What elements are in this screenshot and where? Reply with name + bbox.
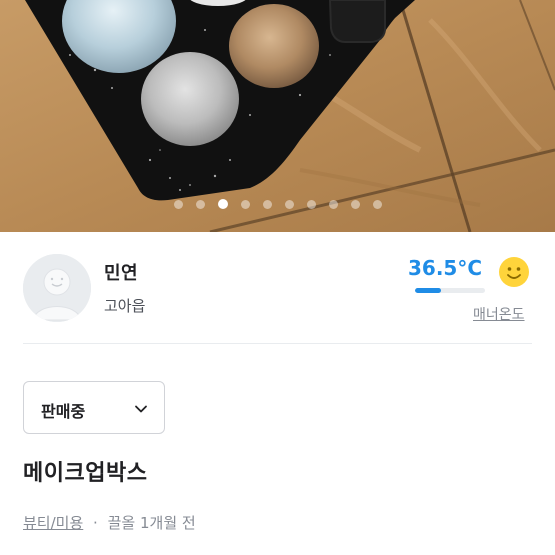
carousel-dot[interactable] [173,199,183,209]
manner-temperature-fill [415,288,441,293]
sale-status-value: 판매중 [41,402,86,421]
manner-temperature-bar [415,288,485,293]
avatar[interactable] [23,254,91,322]
carousel-dot-active[interactable] [217,199,228,209]
manner-temperature: 36.5°C [408,256,483,280]
meta-separator: · [93,514,98,532]
carousel-dot[interactable] [328,199,338,209]
chevron-down-icon [135,405,147,413]
listing-title: 메이크업박스 [23,461,148,486]
manner-temperature-link[interactable]: 매너온도 [473,304,525,324]
product-image[interactable] [0,0,555,232]
time-ago: 1개월 전 [140,514,196,532]
seller-profile[interactable]: 민연 고아읍 36.5°C 매너온도 [0,232,555,342]
carousel-dot[interactable] [195,199,205,209]
sale-status-dropdown[interactable]: 판매중 [23,381,165,434]
smile-face-icon [499,257,529,287]
default-avatar-icon [23,254,91,322]
carousel-dot[interactable] [372,199,382,209]
carousel-dot[interactable] [284,199,294,209]
bumped-label: 끌올 [107,514,136,532]
category-link[interactable]: 뷰티/미용 [23,514,83,532]
seller-name[interactable]: 민연 [104,259,138,285]
seller-region: 고아읍 [104,297,146,315]
carousel-indicator[interactable] [0,197,555,211]
listing-meta: 뷰티/미용 · 끌올 1개월 전 [23,512,196,533]
carousel-dot[interactable] [240,199,250,209]
carousel-dot[interactable] [350,199,360,209]
carousel-dot[interactable] [306,199,316,209]
section-divider [23,343,532,344]
carousel-dot[interactable] [262,199,272,209]
